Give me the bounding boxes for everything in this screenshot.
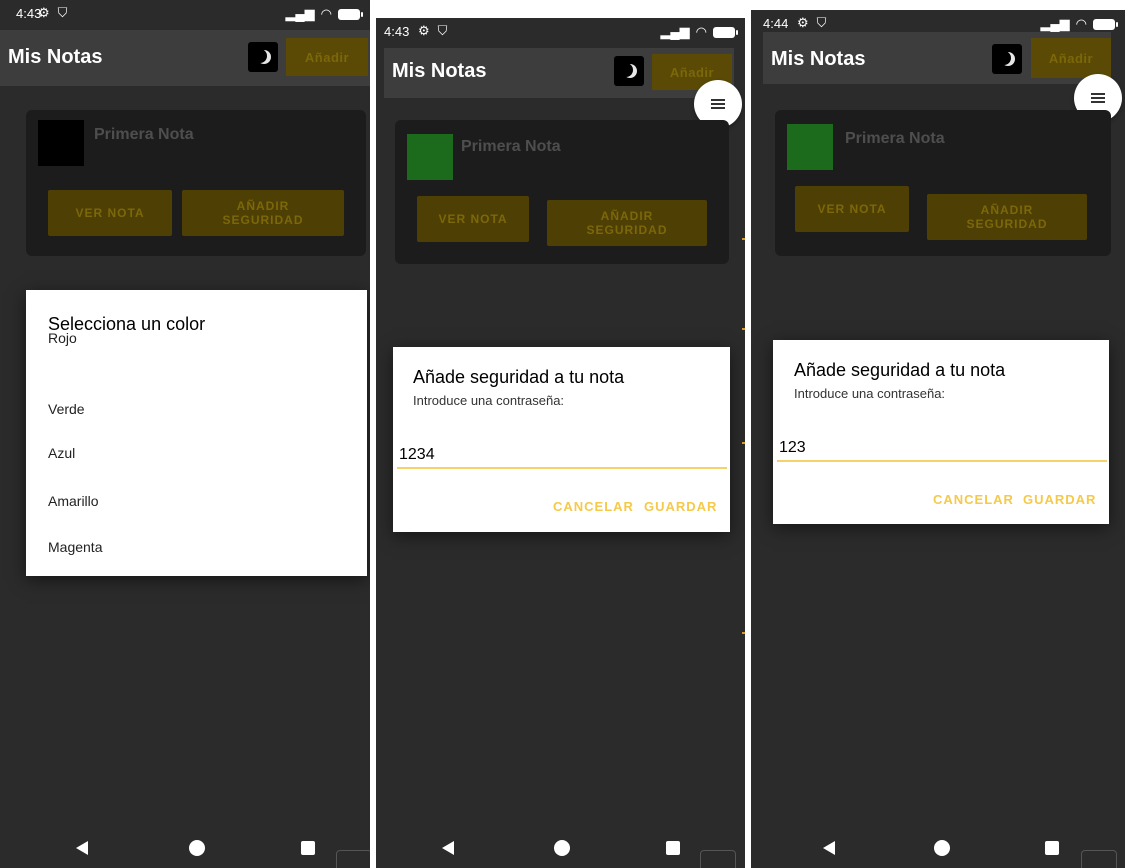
recents-icon[interactable] [301,841,315,855]
recents-icon[interactable] [666,841,680,855]
shield-icon: ⛉ [816,15,827,30]
add-note-button[interactable]: Añadir [1031,38,1111,78]
color-option-verde[interactable]: Verde [48,401,85,417]
navigation-bar [376,828,745,868]
view-note-button[interactable]: VER NOTA [417,196,529,242]
battery-icon [1093,18,1118,30]
color-picker-dialog: Selecciona un color Rojo Verde Azul Amar… [26,290,367,576]
add-security-button[interactable]: AÑADIR SEGURIDAD [547,200,707,246]
note-card: Primera Nota VER NOTA AÑADIR SEGURIDAD [26,110,366,256]
dialog-title: Añade seguridad a tu nota [794,360,1006,380]
home-icon[interactable] [934,840,950,856]
cancel-button[interactable]: CANCELAR [553,499,634,514]
signal-icon: ▂▄▆ [285,6,315,21]
view-note-button[interactable]: VER NOTA [795,186,909,232]
wifi-icon: ◠ [320,6,332,21]
wifi-icon: ◠ [1075,16,1087,31]
note-color-swatch[interactable] [38,120,84,166]
navigation-bar [751,828,1125,868]
note-color-swatch[interactable] [407,134,453,180]
color-option-rojo[interactable]: Rojo [48,330,77,346]
add-security-label-1: AÑADIR [236,199,290,213]
battery-icon [338,8,363,20]
overlay-handle [1081,850,1117,868]
add-security-dialog: Añade seguridad a tu nota Introduce una … [773,340,1109,524]
color-option-amarillo[interactable]: Amarillo [48,493,99,509]
navigation-bar [0,828,370,868]
edge-marker [742,442,745,444]
battery-icon [713,26,738,38]
shield-icon: ⛉ [57,5,68,20]
save-button[interactable]: GUARDAR [1023,492,1096,507]
page-title: Mis Notas [771,48,866,70]
page-title: Mis Notas [392,60,487,82]
edge-marker [742,328,745,330]
gear-icon: ⚙ [38,5,50,20]
password-input[interactable] [397,443,727,469]
add-security-label-1: AÑADIR [600,209,654,223]
overlay-handle [336,850,370,868]
menu-icon [1091,93,1105,103]
color-option-magenta[interactable]: Magenta [48,539,102,555]
edge-marker [742,632,745,634]
back-icon[interactable] [76,841,88,855]
moon-icon [997,51,1011,65]
page-title: Mis Notas [8,46,103,68]
save-button[interactable]: GUARDAR [644,499,717,514]
screen-add-security-1234: 4:43 ⚙ ⛉ ▂▄▆ ◠ Mis Notas Añadir Primera … [376,18,745,868]
edge-marker [742,238,745,240]
screen-add-security-123: 4:44 ⚙ ⛉ ▂▄▆ ◠ Mis Notas Añadir Primera … [751,10,1125,868]
gear-icon: ⚙ [418,23,430,38]
screen-color-picker: 4:43 ⚙ ⛉ ▂▄▆ ◠ Mis Notas Añadir Primera … [0,0,370,868]
dialog-subtitle: Introduce una contraseña: [413,393,565,408]
add-security-label-2: SEGURIDAD [222,213,304,227]
back-icon[interactable] [442,841,454,855]
signal-icon: ▂▄▆ [660,24,690,39]
menu-icon [711,99,725,109]
moon-icon [619,63,633,77]
note-card: Primera Nota VER NOTA AÑADIR SEGURIDAD [395,120,729,264]
add-security-button[interactable]: AÑADIR SEGURIDAD [182,190,344,236]
shield-icon: ⛉ [437,23,448,38]
note-title: Primera Nota [845,130,945,147]
dialog-subtitle: Introduce una contraseña: [794,386,946,401]
theme-toggle-button[interactable] [992,44,1022,74]
dialog-title: Añade seguridad a tu nota [413,367,625,387]
moon-icon [253,49,267,63]
add-security-button[interactable]: AÑADIR SEGURIDAD [927,194,1087,240]
add-security-label-2: SEGURIDAD [966,217,1048,231]
app-bar: Mis Notas Añadir [0,30,370,86]
status-time: 4:43 [384,24,410,39]
add-security-label-2: SEGURIDAD [586,223,668,237]
theme-toggle-button[interactable] [248,42,278,72]
back-icon[interactable] [823,841,835,855]
add-security-dialog: Añade seguridad a tu nota Introduce una … [393,347,730,532]
note-title: Primera Nota [461,138,561,155]
add-security-label-1: AÑADIR [980,203,1034,217]
view-note-button[interactable]: VER NOTA [48,190,172,236]
note-title: Primera Nota [94,126,194,143]
status-time: 4:44 [763,16,789,31]
overlay-handle [700,850,736,868]
signal-icon: ▂▄▆ [1040,16,1070,31]
wifi-icon: ◠ [695,24,707,39]
status-bar: 4:43 ⚙ ⛉ ▂▄▆ ◠ [376,18,745,48]
note-card: Primera Nota VER NOTA AÑADIR SEGURIDAD [775,110,1111,256]
add-note-button[interactable]: Añadir [286,38,368,76]
theme-toggle-button[interactable] [614,56,644,86]
recents-icon[interactable] [1045,841,1059,855]
color-option-azul[interactable]: Azul [48,445,75,461]
app-bar: Mis Notas Añadir [384,48,734,98]
note-color-swatch[interactable] [787,124,833,170]
home-icon[interactable] [189,840,205,856]
home-icon[interactable] [554,840,570,856]
app-bar: Mis Notas Añadir [763,32,1111,84]
password-input[interactable] [777,436,1107,462]
cancel-button[interactable]: CANCELAR [933,492,1014,507]
gear-icon: ⚙ [797,15,809,30]
status-bar: 4:43 ⚙ ⛉ ▂▄▆ ◠ [0,0,370,30]
